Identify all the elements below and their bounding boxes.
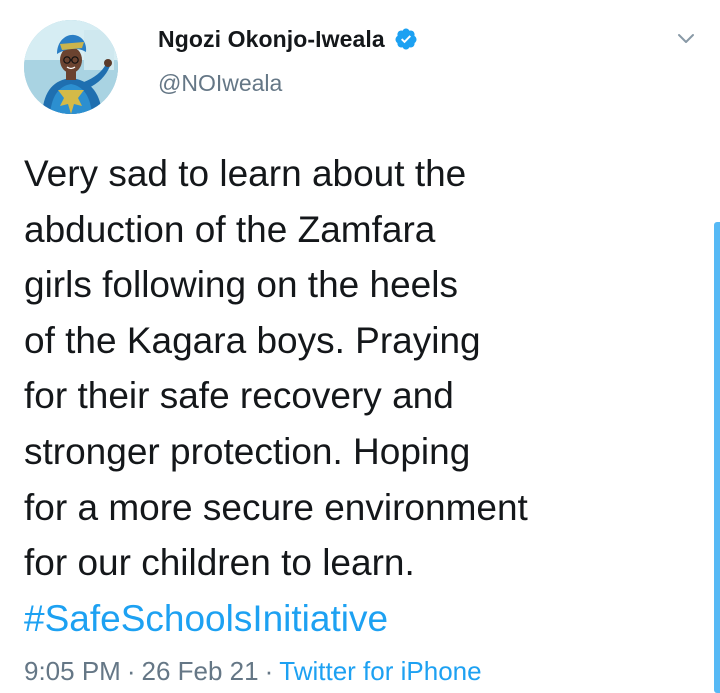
tweet-metadata: 9:05 PM · 26 Feb 21 · Twitter for iPhone <box>24 656 482 687</box>
tweet-body-line: abduction of the Zamfara <box>24 208 436 250</box>
tweet-date[interactable]: 26 Feb 21 <box>142 656 259 686</box>
tweet-body-line: for a more secure environment <box>24 486 528 528</box>
author-handle[interactable]: @NOIweala <box>158 70 418 97</box>
tweet-body: Very sad to learn about the abduction of… <box>24 146 664 646</box>
meta-separator: · <box>264 656 274 686</box>
tweet-time[interactable]: 9:05 PM <box>24 656 121 686</box>
tweet-body-line: for their safe recovery and <box>24 375 454 417</box>
verified-badge-icon <box>394 27 418 51</box>
tweet-source-link[interactable]: Twitter for iPhone <box>279 656 481 686</box>
tweet-body-line: girls following on the heels <box>24 264 458 306</box>
author-display-name[interactable]: Ngozi Okonjo-Iweala <box>158 26 385 53</box>
author-avatar[interactable] <box>24 20 118 114</box>
tweet-body-line: Very sad to learn about the <box>24 153 467 194</box>
hashtag-link[interactable]: #SafeSchoolsInitiative <box>24 591 664 647</box>
tweet-body-line: for our children to learn. <box>24 542 415 584</box>
profile-photo-icon <box>24 20 118 114</box>
tweet-body-line: stronger protection. Hoping <box>24 430 471 472</box>
meta-separator: · <box>126 656 136 686</box>
chevron-down-icon[interactable] <box>676 28 696 48</box>
tweet-header: Ngozi Okonjo-Iweala @NOIweala <box>158 22 418 97</box>
tweet-body-line: of the Kagara boys. Praying <box>24 319 481 361</box>
author-name-row: Ngozi Okonjo-Iweala <box>158 22 418 56</box>
tweet-card: Ngozi Okonjo-Iweala @NOIweala Very sad t… <box>0 0 720 693</box>
scrollbar[interactable] <box>714 222 720 693</box>
